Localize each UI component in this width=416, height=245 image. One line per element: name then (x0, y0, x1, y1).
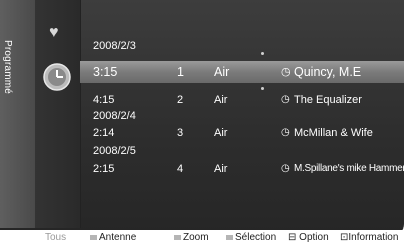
clock-small-icon: ◷ (281, 66, 291, 78)
schedule-row-selected[interactable]: 3:15 1 Air ◷ Quincy, M.E (80, 61, 404, 83)
antenne-button[interactable]: Antenne (90, 232, 136, 243)
row-time: 3:15 (93, 65, 118, 79)
row-title: McMillan & Wife (294, 127, 373, 139)
row-channel: 1 (177, 65, 184, 79)
selection-button[interactable]: Sélection (226, 232, 276, 243)
row-time: 2:15 (93, 163, 115, 175)
tv-screen: Programmé ♥ 2008/2/3 3:15 1 Air ◷ Quincy… (0, 0, 416, 245)
antenne-label: Antenne (99, 232, 137, 243)
row-title: The Equalizer (294, 94, 362, 106)
row-antenna: Air (214, 94, 228, 106)
heart-icon[interactable]: ♥ (49, 24, 59, 42)
row-title: M.Spillane's mike Hammer (294, 163, 404, 174)
option-icon: ⊟ (288, 232, 297, 243)
divider-dot (261, 87, 264, 90)
row-time: 2:14 (93, 127, 115, 139)
information-label: Information (348, 232, 399, 243)
clock-small-icon: ◷ (281, 163, 290, 174)
row-antenna: Air (214, 65, 230, 79)
row-channel: 2 (177, 94, 184, 106)
row-time: 4:15 (93, 94, 115, 106)
key-icon (174, 234, 181, 240)
date-label: 2008/2/3 (93, 40, 136, 52)
row-title: Quincy, M.E (294, 65, 362, 79)
zoom-label: Zoom (183, 232, 209, 243)
option-button[interactable]: ⊟ Option (288, 232, 329, 243)
date-label: 2008/2/4 (93, 110, 136, 122)
key-icon (90, 234, 97, 240)
key-icon (226, 234, 233, 240)
information-button[interactable]: ⊡Information (340, 232, 398, 243)
row-channel: 3 (177, 127, 184, 139)
row-antenna: Air (214, 127, 228, 139)
row-channel: 4 (177, 163, 184, 175)
row-antenna: Air (214, 163, 228, 175)
schedule-list: 2008/2/3 3:15 1 Air ◷ Quincy, M.E 4:15 2… (80, 0, 404, 236)
schedule-panel: Programmé ♥ 2008/2/3 3:15 1 Air ◷ Quincy… (0, 0, 404, 236)
side-tab[interactable]: Programmé (0, 0, 35, 236)
clock-small-icon: ◷ (281, 94, 290, 105)
date-label: 2008/2/5 (93, 145, 136, 157)
tous-label[interactable]: Tous (45, 232, 66, 243)
bottom-bar: Tous Antenne Zoom Sélection ⊟ Option ⊡In… (0, 230, 416, 245)
selection-label: Sélection (235, 232, 277, 243)
clock-icon[interactable] (42, 62, 72, 92)
side-tab-label: Programmé (2, 40, 13, 95)
divider-dot (261, 52, 264, 55)
clock-small-icon: ◷ (281, 127, 290, 138)
zoom-button[interactable]: Zoom (174, 232, 209, 243)
option-label: Option (299, 232, 329, 243)
